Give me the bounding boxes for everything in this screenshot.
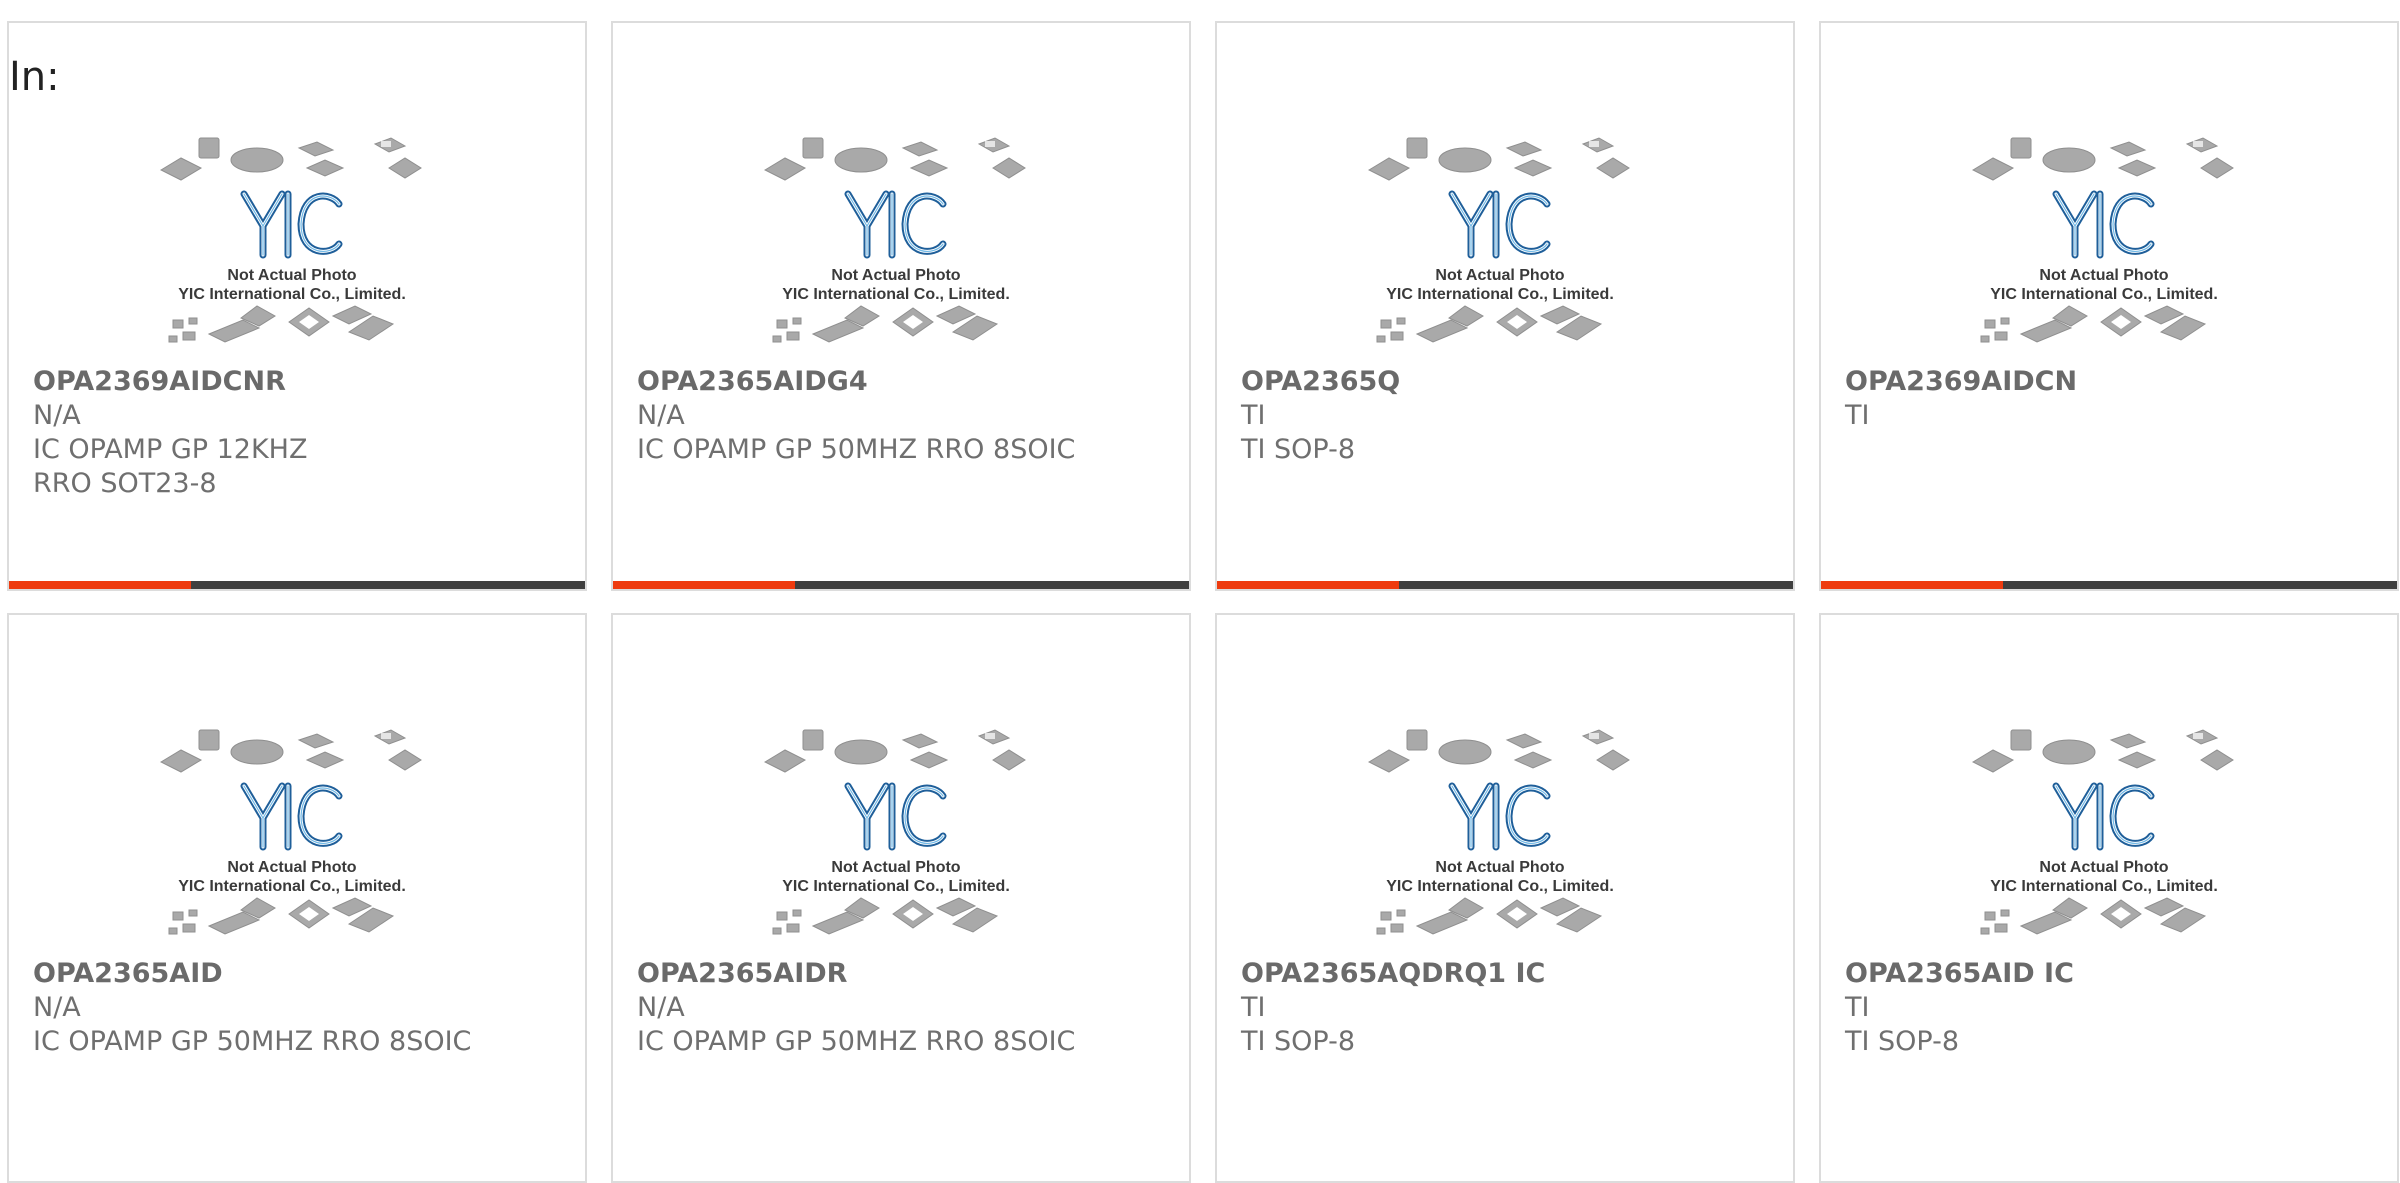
- image-caption-line1: Not Actual Photo: [2039, 859, 2168, 876]
- product-info: OPA2365AID IC TI TI SOP-8: [1845, 957, 2377, 1059]
- product-name[interactable]: OPA2365AID: [33, 957, 565, 991]
- product-info: OPA2365AQDRQ1 IC TI TI SOP-8: [1241, 957, 1773, 1059]
- product-image[interactable]: Not Actual Photo YIC International Co., …: [1367, 110, 1643, 370]
- image-caption-line1: Not Actual Photo: [1435, 267, 1564, 284]
- image-caption-line2: YIC International Co., Limited.: [1990, 286, 2218, 303]
- product-image[interactable]: Not Actual Photo YIC International Co., …: [763, 110, 1039, 370]
- image-caption-line2: YIC International Co., Limited.: [1990, 878, 2218, 895]
- product-image[interactable]: Not Actual Photo YIC International Co., …: [1971, 702, 2247, 962]
- filter-label: In:: [9, 54, 60, 100]
- product-manufacturer: TI: [1845, 992, 1870, 1023]
- product-name[interactable]: OPA2369AIDCNR: [33, 365, 565, 399]
- product-manufacturer: N/A: [637, 400, 685, 431]
- product-description: IC OPAMP GP 50MHZ RRO 8SOIC: [637, 1026, 1076, 1057]
- product-image[interactable]: Not Actual Photo YIC International Co., …: [1367, 702, 1643, 962]
- product-description: TI SOP-8: [1241, 1026, 1356, 1057]
- image-caption-line1: Not Actual Photo: [831, 267, 960, 284]
- product-name[interactable]: OPA2365AIDR: [637, 957, 1169, 991]
- card-accent-bar: [1217, 581, 1793, 589]
- product-manufacturer: N/A: [33, 992, 81, 1023]
- card-accent-bar: [1821, 581, 2397, 589]
- image-caption-line1: Not Actual Photo: [227, 267, 356, 284]
- card-accent-bar: [613, 581, 1189, 589]
- image-caption-line2: YIC International Co., Limited.: [178, 286, 406, 303]
- card-accent-bar: [9, 581, 585, 589]
- product-card[interactable]: In: Not Actual Photo YIC International C…: [7, 21, 587, 591]
- product-manufacturer: TI: [1845, 400, 1870, 431]
- product-card[interactable]: Not Actual Photo YIC International Co., …: [1819, 21, 2399, 591]
- product-card[interactable]: Not Actual Photo YIC International Co., …: [1819, 613, 2399, 1183]
- image-caption-line2: YIC International Co., Limited.: [1386, 878, 1614, 895]
- image-caption-line2: YIC International Co., Limited.: [782, 286, 1010, 303]
- product-manufacturer: TI: [1241, 400, 1266, 431]
- product-card[interactable]: Not Actual Photo YIC International Co., …: [1215, 21, 1795, 591]
- product-card[interactable]: Not Actual Photo YIC International Co., …: [7, 613, 587, 1183]
- product-image[interactable]: Not Actual Photo YIC International Co., …: [1971, 110, 2247, 370]
- image-caption-line2: YIC International Co., Limited.: [1386, 286, 1614, 303]
- product-image[interactable]: Not Actual Photo YIC International Co., …: [763, 702, 1039, 962]
- product-image[interactable]: Not Actual Photo YIC International Co., …: [159, 110, 435, 370]
- image-caption-line1: Not Actual Photo: [1435, 859, 1564, 876]
- product-card[interactable]: Not Actual Photo YIC International Co., …: [611, 613, 1191, 1183]
- product-image[interactable]: Not Actual Photo YIC International Co., …: [159, 702, 435, 962]
- image-caption-line2: YIC International Co., Limited.: [178, 878, 406, 895]
- product-manufacturer: N/A: [637, 992, 685, 1023]
- product-info: OPA2365AIDR N/A IC OPAMP GP 50MHZ RRO 8SOI…: [637, 957, 1169, 1059]
- product-description: IC OPAMP GP 50MHZ RRO 8SOIC: [637, 434, 1076, 465]
- product-manufacturer: TI: [1241, 992, 1266, 1023]
- product-card[interactable]: Not Actual Photo YIC International Co., …: [1215, 613, 1795, 1183]
- image-caption-line1: Not Actual Photo: [2039, 267, 2168, 284]
- image-caption-line1: Not Actual Photo: [227, 859, 356, 876]
- product-name[interactable]: OPA2365AID IC: [1845, 957, 2377, 991]
- image-caption-line1: Not Actual Photo: [831, 859, 960, 876]
- product-info: OPA2365AIDG4 N/A IC OPAMP GP 50MHZ RRO 8SO…: [637, 365, 1169, 467]
- product-info: OPA2369AIDCN TI: [1845, 365, 2377, 433]
- product-name[interactable]: OPA2365AQDRQ1 IC: [1241, 957, 1773, 991]
- product-info: OPA2365Q TI TI SOP-8: [1241, 365, 1773, 467]
- product-manufacturer: N/A: [33, 400, 81, 431]
- product-description: IC OPAMP GP 50MHZ RRO 8SOIC: [33, 1026, 472, 1057]
- product-grid: In: Not Actual Photo YIC International C…: [7, 21, 2399, 1183]
- product-name[interactable]: OPA2365Q: [1241, 365, 1773, 399]
- product-name[interactable]: OPA2369AIDCN: [1845, 365, 2377, 399]
- product-info: OPA2365AID N/A IC OPAMP GP 50MHZ RRO 8SOIC: [33, 957, 565, 1059]
- product-description: TI SOP-8: [1241, 434, 1356, 465]
- product-info: OPA2369AIDCNR N/A IC OPAMP GP 12KHZ RRO SO…: [33, 365, 565, 501]
- product-name[interactable]: OPA2365AIDG4: [637, 365, 1169, 399]
- image-caption-line2: YIC International Co., Limited.: [782, 878, 1010, 895]
- product-description: IC OPAMP GP 12KHZ RRO SOT23-8: [33, 434, 308, 499]
- product-description: TI SOP-8: [1845, 1026, 1960, 1057]
- product-card[interactable]: Not Actual Photo YIC International Co., …: [611, 21, 1191, 591]
